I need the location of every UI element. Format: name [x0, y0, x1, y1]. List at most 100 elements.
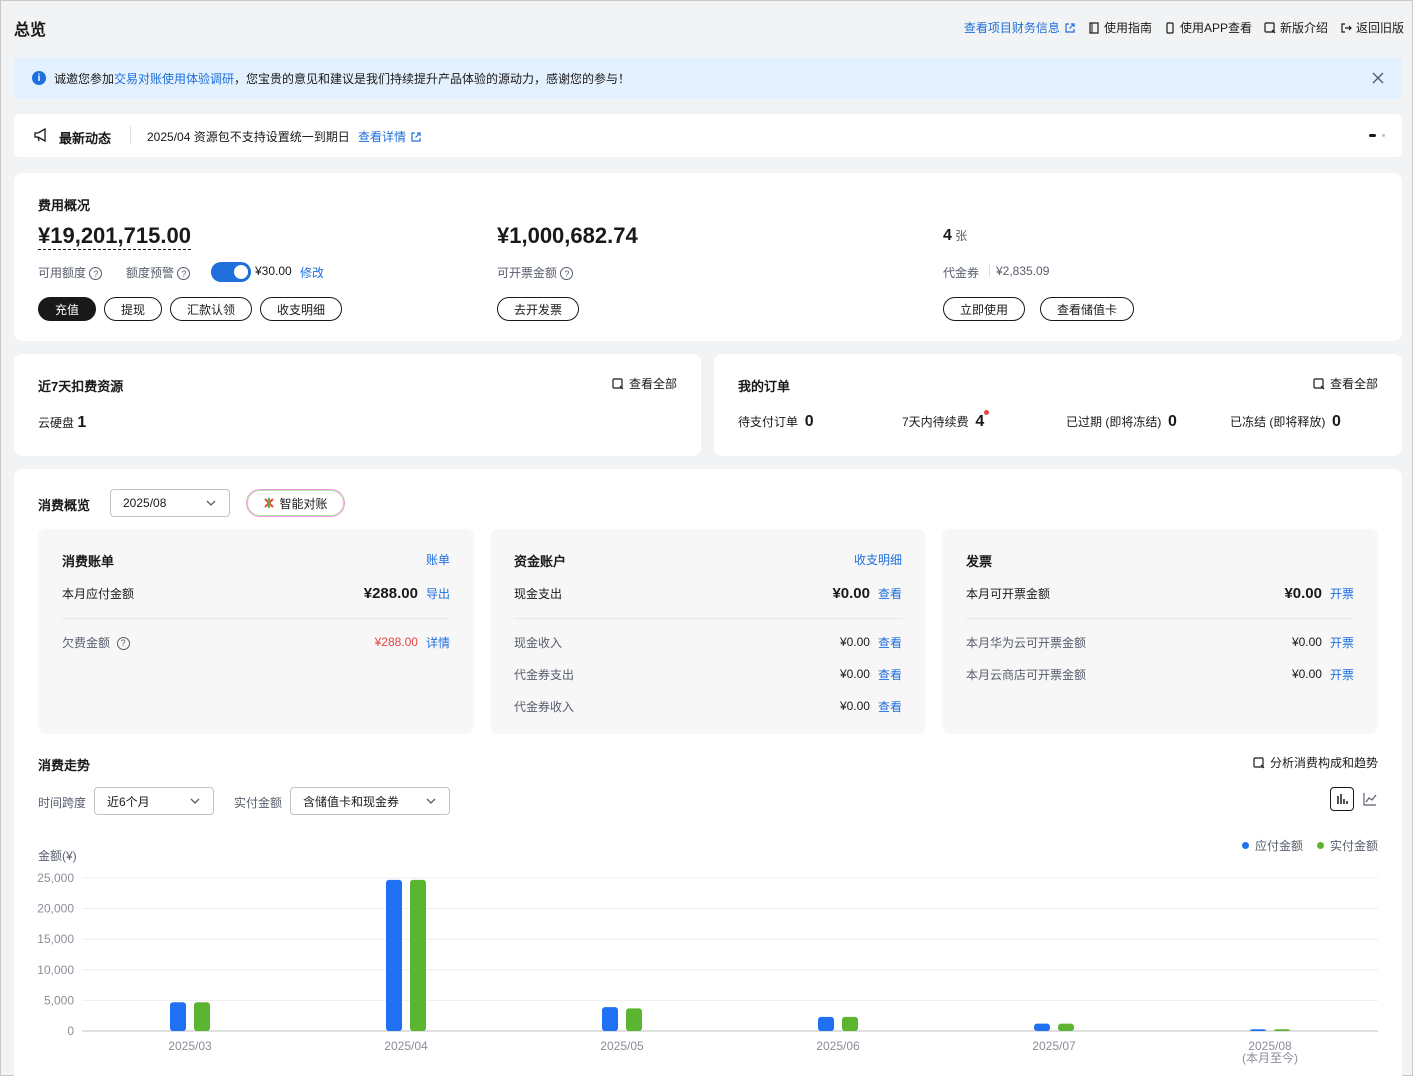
coupon-count: 4 张 [943, 227, 968, 244]
invoice-title: 发票 [966, 554, 993, 569]
paid-select[interactable]: 含储值卡和现金券 [290, 787, 450, 815]
order-frozen[interactable]: 已冻结 (即将释放) 0 [1230, 413, 1341, 431]
analyze-link[interactable]: 分析消费构成和趋势 [1253, 754, 1378, 771]
close-icon[interactable] [1372, 72, 1384, 84]
invoice-panel: 发票 本月可开票金额 ¥0.00 开票 本月华为云可开票金额 ¥0.00 开票 … [942, 529, 1378, 734]
y-tick-label: 0 [67, 1024, 74, 1038]
consumption-title: 消费概览 [38, 498, 91, 513]
help-icon[interactable]: ? [560, 267, 574, 281]
view-link[interactable]: 查看 [878, 585, 902, 602]
app-view-label: 使用APP查看 [1179, 21, 1252, 35]
new-intro-link[interactable]: 新版介绍 [1264, 19, 1328, 36]
remittance-button[interactable]: 汇款认领 [170, 297, 252, 321]
funds-link[interactable]: 收支明细 [854, 551, 902, 568]
trend-chart: 25,000 20,000 15,000 10,000 5,000 0 2025/03 202… [37, 871, 1378, 1065]
warn-toggle[interactable] [211, 262, 251, 282]
fee-title: 费用概况 [38, 198, 91, 213]
coupon-in-row: 代金券收入 ¥0.00 查看 [514, 698, 902, 715]
bar-chart-toggle[interactable] [1330, 787, 1354, 811]
invoice-link[interactable]: 开票 [1330, 634, 1354, 651]
warn-value: ¥30.00 [255, 264, 292, 278]
orders-view-all[interactable]: 查看全部 [1313, 375, 1378, 392]
external-link-icon [1065, 22, 1075, 33]
bar-paid [194, 1002, 210, 1031]
survey-link[interactable]: 交易对账使用体验调研 [114, 70, 234, 87]
legend-payable[interactable]: 应付金额 [1241, 837, 1303, 854]
order-expired[interactable]: 已过期 (即将冻结) 0 [1066, 413, 1177, 431]
help-icon[interactable]: ? [89, 267, 103, 281]
warn-edit-link[interactable]: 修改 [300, 264, 324, 281]
bar-paid [410, 879, 426, 1031]
recharge-button[interactable]: 充值 [38, 297, 96, 321]
stored-card-button[interactable]: 查看储值卡 [1040, 297, 1134, 321]
paid-label: 实付金额 [234, 796, 283, 810]
warn-label: 额度预警 ? [126, 264, 191, 281]
coupon-out-row: 代金券支出 ¥0.00 查看 [514, 666, 902, 683]
page-title: 总览 [14, 22, 47, 39]
invoice-label: 可开票金额 ? [497, 264, 574, 281]
legend-paid[interactable]: 实付金额 [1316, 837, 1378, 854]
bar-payable [602, 1007, 618, 1031]
orders-title: 我的订单 [738, 379, 791, 394]
carousel-dot-active[interactable] [1369, 134, 1376, 137]
view-link[interactable]: 查看 [878, 666, 902, 683]
carousel-dot[interactable] [1382, 134, 1385, 137]
old-version-link[interactable]: 返回旧版 [1340, 19, 1404, 36]
resource-item[interactable]: 云硬盘 1 [38, 414, 86, 432]
bill-link[interactable]: 账单 [426, 551, 450, 568]
megaphone-icon [34, 127, 46, 143]
news-detail-link[interactable]: 查看详情 [358, 128, 422, 145]
x-tick-label: 2025/07 [1032, 1039, 1076, 1053]
book-icon [1089, 21, 1099, 34]
view-link[interactable]: 查看 [878, 634, 902, 651]
help-icon[interactable]: ? [116, 636, 130, 650]
user-guide-link[interactable]: 使用指南 [1088, 19, 1152, 36]
issue-invoice-button[interactable]: 去开发票 [497, 297, 579, 321]
y-tick-label: 10,000 [37, 963, 74, 977]
news-label: 最新动态 [59, 131, 112, 146]
order-pending[interactable]: 待支付订单 0 [738, 413, 814, 431]
order-renew[interactable]: 7天内待续费 4 [902, 410, 990, 431]
smart-reconcile-button[interactable]: 智能对账 [246, 489, 345, 517]
chart-legend: 应付金额 实付金额 [1241, 837, 1378, 854]
resources-view-all[interactable]: 查看全部 [612, 375, 677, 392]
search-icon [1253, 756, 1265, 768]
app-view-link[interactable]: 使用APP查看 [1164, 19, 1252, 36]
invoice-link[interactable]: 开票 [1330, 585, 1354, 602]
invoice-store-row: 本月云商店可开票金额 ¥0.00 开票 [966, 666, 1354, 683]
export-link[interactable]: 导出 [426, 585, 450, 602]
resources-card: 近7天扣费资源 查看全部 云硬盘 1 [14, 354, 701, 456]
withdraw-button[interactable]: 提现 [104, 297, 162, 321]
coupon-label: 代金券 [943, 266, 980, 280]
view-link[interactable]: 查看 [878, 698, 902, 715]
transactions-button[interactable]: 收支明细 [260, 297, 342, 321]
old-version-label: 返回旧版 [1355, 21, 1404, 35]
y-tick-label: 20,000 [37, 902, 74, 916]
x-tick-label: 2025/04 [384, 1039, 428, 1053]
funds-panel: 资金账户 收支明细 现金支出 ¥0.00 查看 现金收入 ¥0.00 查看 代金… [490, 529, 926, 734]
x-tick-sublabel: (本月至今) [1242, 1050, 1298, 1065]
finance-info-label: 查看项目财务信息 [963, 21, 1060, 35]
payable-row: 本月应付金额 ¥288.00 导出 [62, 584, 450, 602]
funds-title: 资金账户 [514, 554, 567, 569]
bar-payable [818, 1016, 834, 1031]
bar-payable [1034, 1023, 1050, 1031]
chevron-down-icon [206, 500, 216, 506]
month-select[interactable]: 2025/08 [110, 489, 230, 517]
news-text: 2025/04 资源包不支持设置统一到期日 [147, 130, 350, 144]
notice-suffix: ，您宝贵的意见和建议是我们持续提升产品体验的源动力，感谢您的参与！ [234, 71, 631, 86]
new-intro-label: 新版介绍 [1279, 21, 1328, 35]
invoice-link[interactable]: 开票 [1330, 666, 1354, 683]
use-now-button[interactable]: 立即使用 [943, 297, 1025, 321]
arrears-detail-link[interactable]: 详情 [426, 634, 450, 651]
coupon-value: ¥2,835.09 [996, 264, 1050, 278]
y-tick-label: 25,000 [37, 871, 74, 885]
balance-amount[interactable]: ¥19,201,715.00 [38, 223, 191, 250]
line-chart-toggle[interactable] [1358, 787, 1382, 811]
invoice-amount: ¥1,000,682.74 [497, 223, 638, 248]
external-link-icon [411, 131, 421, 142]
help-icon[interactable]: ? [177, 267, 191, 281]
span-select[interactable]: 近6个月 [94, 787, 214, 815]
bar-paid [1274, 1029, 1290, 1031]
finance-info-link[interactable]: 查看项目财务信息 [964, 19, 1076, 36]
